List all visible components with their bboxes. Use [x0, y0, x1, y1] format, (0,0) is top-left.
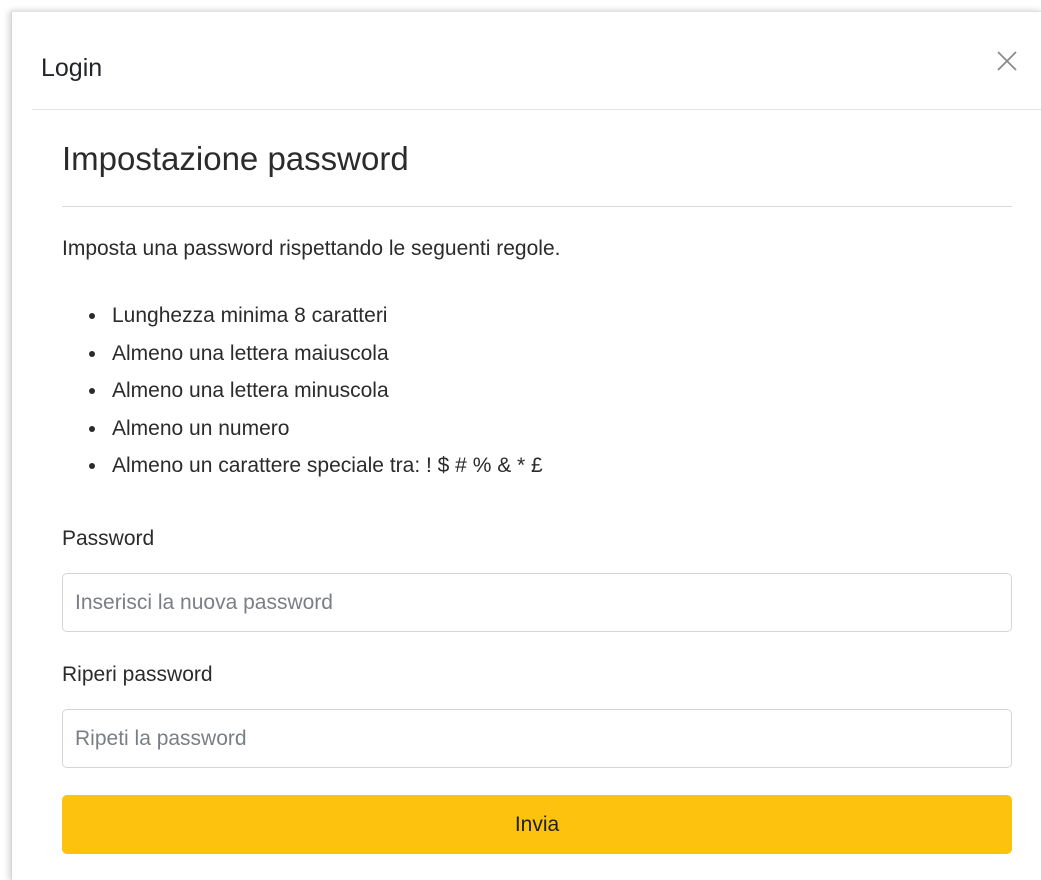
- modal-header: Login: [32, 12, 1041, 110]
- password-label: Password: [62, 527, 155, 550]
- section-title: Impostazione password: [62, 140, 409, 177]
- modal-title: Login: [41, 54, 103, 82]
- divider: [62, 206, 1012, 207]
- list-item: Almeno un numero: [62, 410, 543, 448]
- password-rules-list: Lunghezza minima 8 caratteri Almeno una …: [62, 297, 543, 485]
- submit-button[interactable]: Invia: [62, 795, 1012, 854]
- page: Login Impostazione password Imposta una …: [0, 0, 1041, 880]
- list-item: Lunghezza minima 8 caratteri: [62, 297, 543, 335]
- list-item: Almeno una lettera maiuscola: [62, 335, 543, 373]
- repeat-password-input[interactable]: [62, 709, 1012, 768]
- list-item: Almeno una lettera minuscola: [62, 372, 543, 410]
- list-item: Almeno un carattere speciale tra: ! $ # …: [62, 447, 543, 485]
- password-input[interactable]: [62, 573, 1012, 632]
- close-button[interactable]: [992, 46, 1022, 76]
- close-icon: [997, 51, 1017, 71]
- intro-text: Imposta una password rispettando le segu…: [62, 237, 561, 260]
- repeat-password-label: Riperi password: [62, 663, 213, 686]
- login-modal: Login Impostazione password Imposta una …: [11, 11, 1041, 880]
